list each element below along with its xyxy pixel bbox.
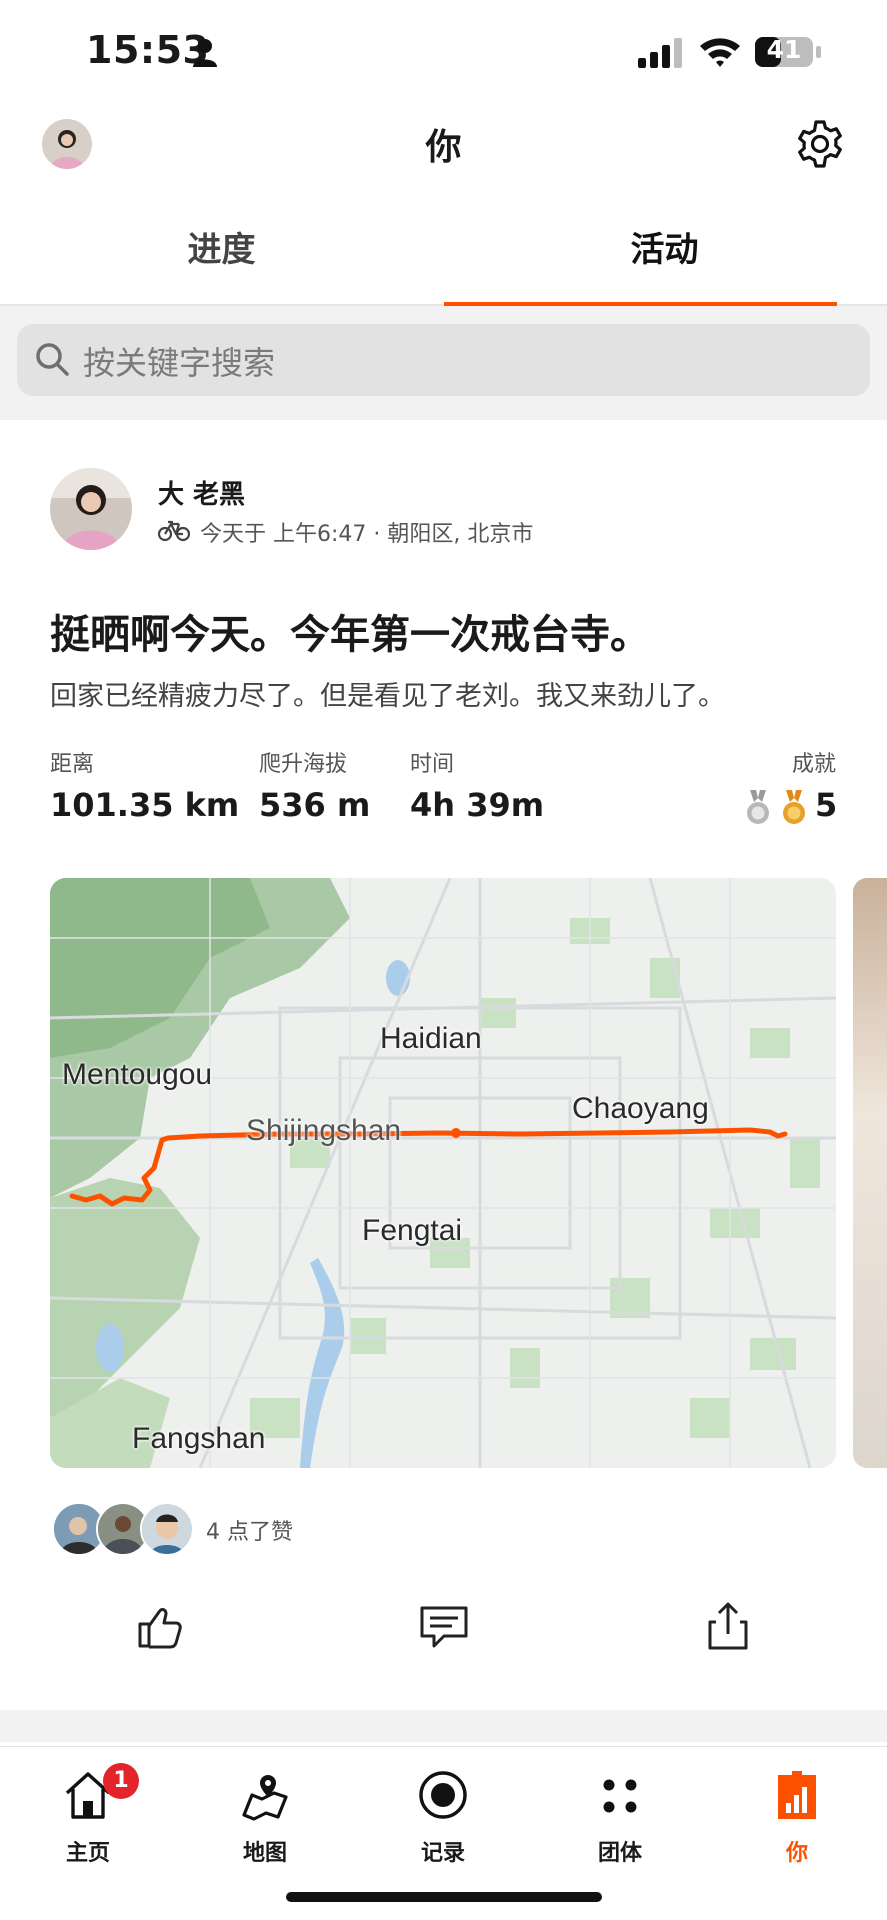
map-label-fengtai: Fengtai [362,1214,463,1247]
tab-progress[interactable]: 进度 [0,222,443,271]
person-icon [193,39,217,67]
groups-icon [603,1779,637,1813]
search-icon [36,343,69,376]
kudos-avatars[interactable] [52,1502,194,1556]
kudos-avatar [140,1502,194,1556]
activity-meta: 今天于 上午6:47 · 朝阳区, 北京市 [200,522,534,547]
silver-medal-icon [747,790,769,824]
activity-title[interactable]: 挺晒啊今天。今年第一次戒台寺。 [50,602,650,660]
nav-groups-label: 团体 [597,1841,642,1866]
nav-groups[interactable]: 团体 [555,1759,685,1869]
stat-elevation-value: 536 m [259,786,371,824]
you-icon [778,1771,816,1819]
record-icon [419,1771,467,1819]
page-title: 你 [425,127,462,168]
feed-divider [0,1710,887,1742]
gear-icon[interactable] [794,118,846,170]
like-icon[interactable] [134,1600,186,1652]
search-placeholder: 按关键字搜索 [83,344,276,382]
comment-icon[interactable] [418,1600,470,1652]
battery-level: 41 [766,35,802,64]
nav-home-label: 主页 [65,1841,110,1866]
nav-record-label: 记录 [420,1841,465,1866]
notification-badge: 1 [103,1763,139,1799]
header: 你 [0,100,887,200]
map-icon [242,1775,288,1821]
share-icon[interactable] [702,1600,754,1652]
home-indicator [286,1892,602,1902]
nav-record[interactable]: 记录 [378,1759,508,1869]
nav-home[interactable]: 1 主页 [23,1759,153,1869]
stat-time-label: 时间 [410,752,455,777]
map-label-mentougou: Mentougou [62,1058,213,1091]
achievements-count: 5 [815,786,838,824]
search-input[interactable]: 按关键字搜索 [17,324,870,396]
map-background [50,878,836,1468]
nav-maps-label: 地图 [242,1841,287,1866]
nav-maps[interactable]: 地图 [200,1759,330,1869]
activity-description: 回家已经精疲力尽了。但是看见了老刘。我又来劲儿了。 [50,681,725,712]
map-label-haidian: Haidian [380,1022,482,1055]
nav-you[interactable]: 你 [732,1759,862,1869]
stat-achievements-label: 成就 [791,752,836,777]
bike-icon [158,520,190,542]
search-section: 按关键字搜索 [0,306,887,420]
tab-bar: 进度 活动 [0,208,887,306]
author-avatar[interactable] [50,468,132,550]
stat-distance-value: 101.35 km [50,786,240,824]
nav-you-label: 你 [785,1841,808,1866]
tab-activities[interactable]: 活动 [443,222,886,271]
activity-card[interactable]: 大 老黑 今天于 上午6:47 · 朝阳区, 北京市 挺晒啊今天。今年第一次戒台… [0,420,887,1710]
signal-icon [638,38,682,68]
stat-elevation-label: 爬升海拔 [259,752,348,777]
kudos-count[interactable]: 4 点了赞 [206,1514,293,1546]
stat-distance-label: 距离 [50,752,95,777]
map-label-chaoyang: Chaoyang [572,1092,709,1125]
author-name[interactable]: 大 老黑 [158,474,245,511]
gold-medal-icon [783,790,805,824]
screen: 15:53 41 你 进度 活动 按关键字搜索 大 老黑 今天于 上午6:47 … [0,0,887,1920]
map-label-shijingshan: Shijingshan [246,1114,402,1147]
map-label-fangshan: Fangshan [132,1422,266,1455]
route-map[interactable]: Haidian Mentougou Chaoyang Shijingshan F… [50,878,836,1468]
stat-time-value: 4h 39m [410,786,545,824]
wifi-icon [700,38,740,67]
status-time: 15:53 [86,28,210,72]
next-media-preview[interactable] [853,878,887,1468]
status-bar: 15:53 41 [0,0,887,100]
